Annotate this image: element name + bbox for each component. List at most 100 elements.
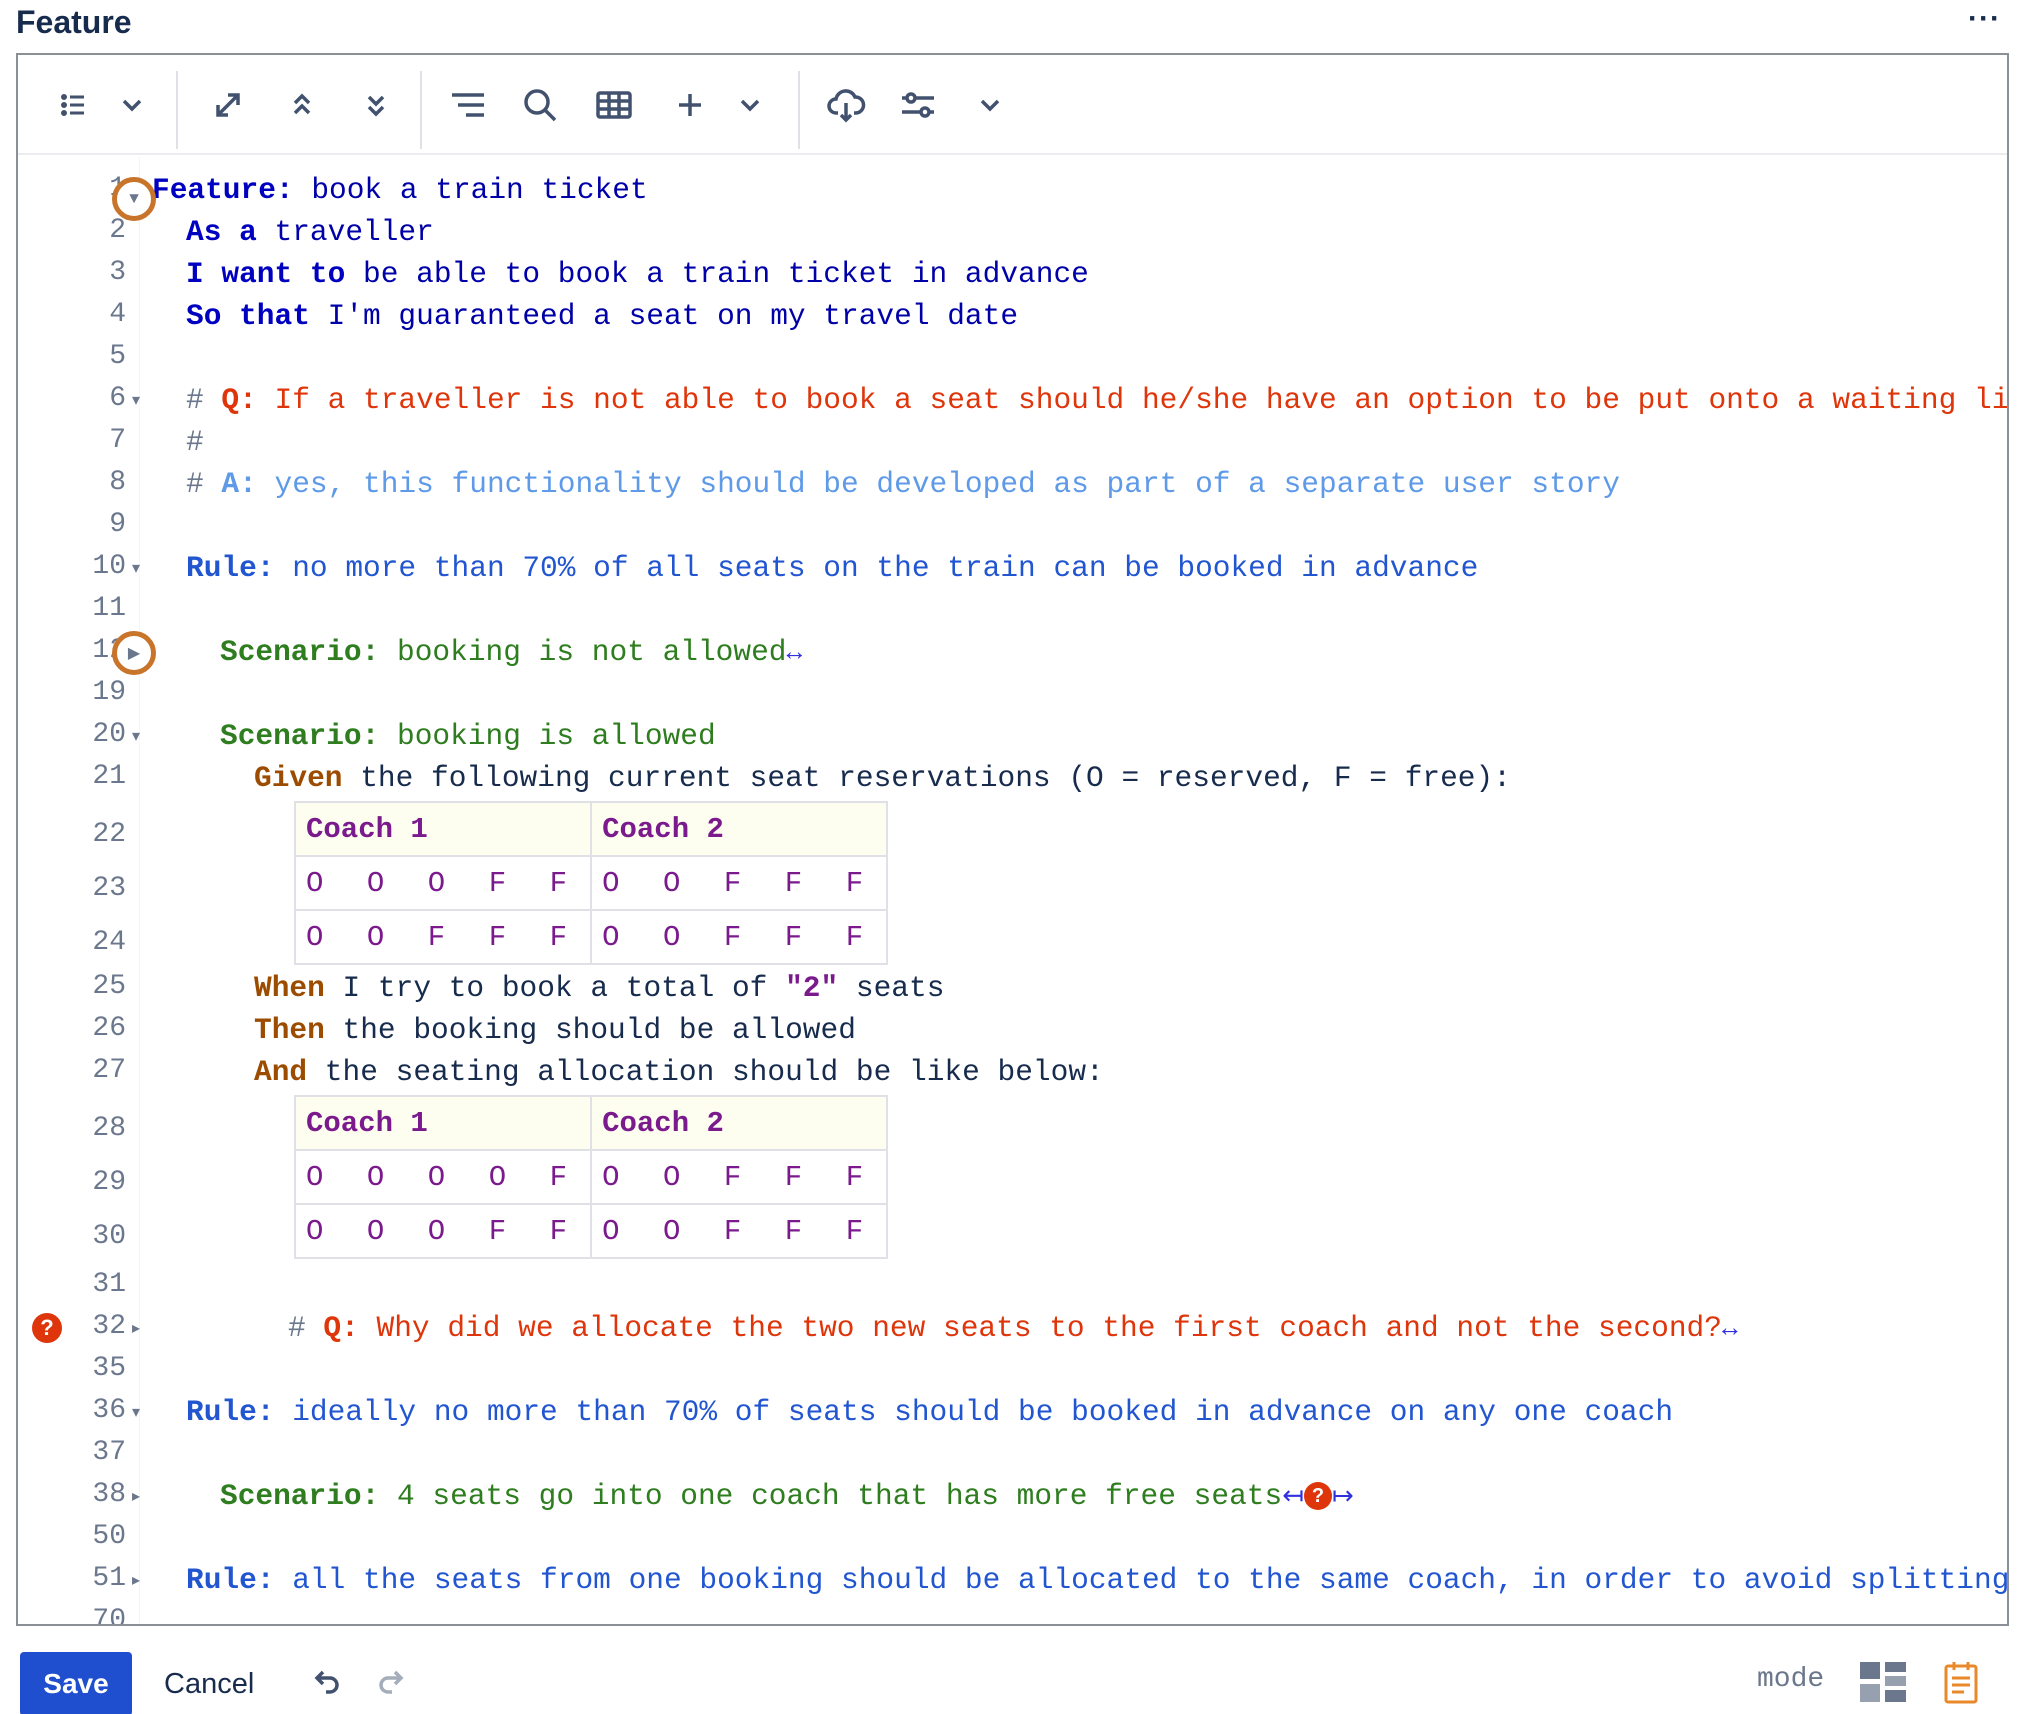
code-line: 35 (18, 1349, 2007, 1391)
toolbar-divider (420, 71, 422, 149)
outline-icon[interactable] (444, 81, 492, 129)
expand-left-icon[interactable]: ↤ (1282, 1482, 1304, 1512)
code-line: 27 And the seating allocation should be … (18, 1051, 2007, 1093)
scenario-title: booking is not allowed (379, 635, 787, 669)
code-line: 9 (18, 505, 2007, 547)
collapse-down-icon[interactable] (352, 81, 400, 129)
table-cell[interactable]: O O F F F (590, 909, 889, 965)
plus-icon[interactable] (666, 81, 714, 129)
line-number: 30 (92, 1221, 126, 1252)
table-cell[interactable]: O O F F F (590, 1203, 889, 1259)
code-line: 2 As a traveller (18, 211, 2007, 253)
step-text: the booking should be allowed (324, 1013, 856, 1047)
more-options-button[interactable]: ··· (1968, 2, 2001, 36)
table-header-cell[interactable]: Coach 1 (293, 1095, 593, 1151)
document-view-icon[interactable] (1944, 1660, 1978, 1704)
cloud-download-icon[interactable] (822, 81, 870, 129)
chevron-down-icon[interactable] (966, 81, 1014, 129)
data-table[interactable]: Coach 1 Coach 2 O O O F FO O F F F O O F … (293, 801, 889, 965)
table-cell[interactable]: O O F F F (293, 909, 593, 965)
code-line: 51 ▸ Rule: all the seats from one bookin… (18, 1559, 2007, 1601)
table-cell[interactable]: O O F F F (590, 855, 889, 911)
list-icon[interactable] (50, 81, 98, 129)
search-icon[interactable] (516, 81, 564, 129)
line-number: 29 (92, 1167, 126, 1198)
line-number: 20 (92, 719, 126, 750)
code-line: 10 ▾ Rule: no more than 70% of all seats… (18, 547, 2007, 589)
line-number: 35 (92, 1353, 126, 1384)
table-cell[interactable]: O O O O F (293, 1149, 593, 1205)
chevron-down-icon[interactable] (726, 81, 774, 129)
expand-collapsed-icon[interactable]: ↔ (1722, 1314, 1738, 1344)
answer-keyword: A: (221, 467, 257, 501)
code-line: 20 ▾ Scenario: booking is allowed (18, 715, 2007, 757)
rule-keyword: Rule: (186, 1395, 275, 1429)
code-line: 8 # A: yes, this functionality should be… (18, 463, 2007, 505)
and-keyword: And (254, 1055, 308, 1089)
line-number: 7 (109, 425, 126, 456)
line-number: 70 (92, 1605, 126, 1626)
table-icon[interactable] (590, 81, 638, 129)
fold-toggle-icon[interactable]: ▶ (112, 631, 156, 675)
line-number: 38 (92, 1479, 126, 1510)
fold-arrow-icon[interactable]: ▾ (132, 1405, 148, 1421)
line-number: 2 (109, 215, 126, 246)
redo-icon[interactable] (374, 1664, 410, 1700)
fold-arrow-icon[interactable]: ▸ (132, 1573, 148, 1589)
step-text: I try to book a total of (324, 971, 786, 1005)
fold-arrow-icon[interactable]: ▾ (132, 393, 148, 409)
cancel-button[interactable]: Cancel (164, 1668, 254, 1701)
code-line: 7 # (18, 421, 2007, 463)
expand-icon[interactable] (204, 81, 252, 129)
expand-right-icon[interactable]: ↦ (1332, 1482, 1354, 1512)
feature-description: be able to book a train ticket in advanc… (345, 257, 1089, 291)
rule-text: all the seats from one booking should be… (274, 1563, 2009, 1597)
fold-arrow-icon[interactable]: ▸ (132, 1321, 148, 1337)
data-table[interactable]: Coach 1 Coach 2 O O O O FO O F F F O O O … (293, 1095, 889, 1259)
code-area[interactable]: 1 Feature: book a train ticket ▼ 2 As a … (18, 157, 2007, 1626)
code-line: 25 When I try to book a total of "2" sea… (18, 967, 2007, 1009)
table-header-cell[interactable]: Coach 2 (590, 1095, 889, 1151)
feature-keyword: Feature: (152, 173, 294, 207)
line-number: 25 (92, 971, 126, 1002)
table-header-cell[interactable]: Coach 1 (293, 801, 593, 857)
question-keyword: Q: (323, 1311, 359, 1345)
question-keyword: Q: (221, 383, 257, 417)
line-number: 19 (92, 677, 126, 708)
given-keyword: Given (254, 761, 343, 795)
line-number: 37 (92, 1437, 126, 1468)
code-line: 32 ▸ # Q: Why did we allocate the two ne… (18, 1307, 2007, 1349)
error-question-icon[interactable]: ? (32, 1313, 62, 1343)
line-number: 36 (92, 1395, 126, 1426)
line-number: 51 (92, 1563, 126, 1594)
table-cell[interactable]: O O O F F (293, 1203, 593, 1259)
grid-view-icon[interactable] (1860, 1662, 1906, 1702)
code-line: 19 (18, 673, 2007, 715)
line-number: 50 (92, 1521, 126, 1552)
undo-icon[interactable] (308, 1664, 344, 1700)
code-line: 50 (18, 1517, 2007, 1559)
table-cell[interactable]: O O O F F (293, 855, 593, 911)
save-button[interactable]: Save (20, 1652, 132, 1714)
line-number: 9 (109, 509, 126, 540)
table-cell[interactable]: O O F F F (590, 1149, 889, 1205)
line-number: 11 (92, 593, 126, 624)
line-number: 10 (92, 551, 126, 582)
scenario-keyword: Scenario: (220, 635, 380, 669)
line-number: 23 (92, 873, 126, 904)
settings-sliders-icon[interactable] (894, 81, 942, 129)
scenario-keyword: Scenario: (220, 1479, 380, 1513)
chevron-down-icon[interactable] (108, 81, 156, 129)
scenario-title: 4 seats go into one coach that has more … (379, 1479, 1283, 1513)
expand-collapsed-icon[interactable]: ↔ (787, 638, 803, 668)
collapse-up-icon[interactable] (278, 81, 326, 129)
code-line: 4 So that I'm guaranteed a seat on my tr… (18, 295, 2007, 337)
table-header-cell[interactable]: Coach 2 (590, 801, 889, 857)
fold-arrow-icon[interactable]: ▾ (132, 561, 148, 577)
error-question-icon[interactable]: ? (1303, 1482, 1332, 1511)
fold-arrow-icon[interactable]: ▾ (132, 729, 148, 745)
code-line: 6 ▾ # Q: If a traveller is not able to b… (18, 379, 2007, 421)
code-line: 37 (18, 1433, 2007, 1475)
fold-arrow-icon[interactable]: ▸ (132, 1489, 148, 1505)
line-number: 31 (92, 1269, 126, 1300)
